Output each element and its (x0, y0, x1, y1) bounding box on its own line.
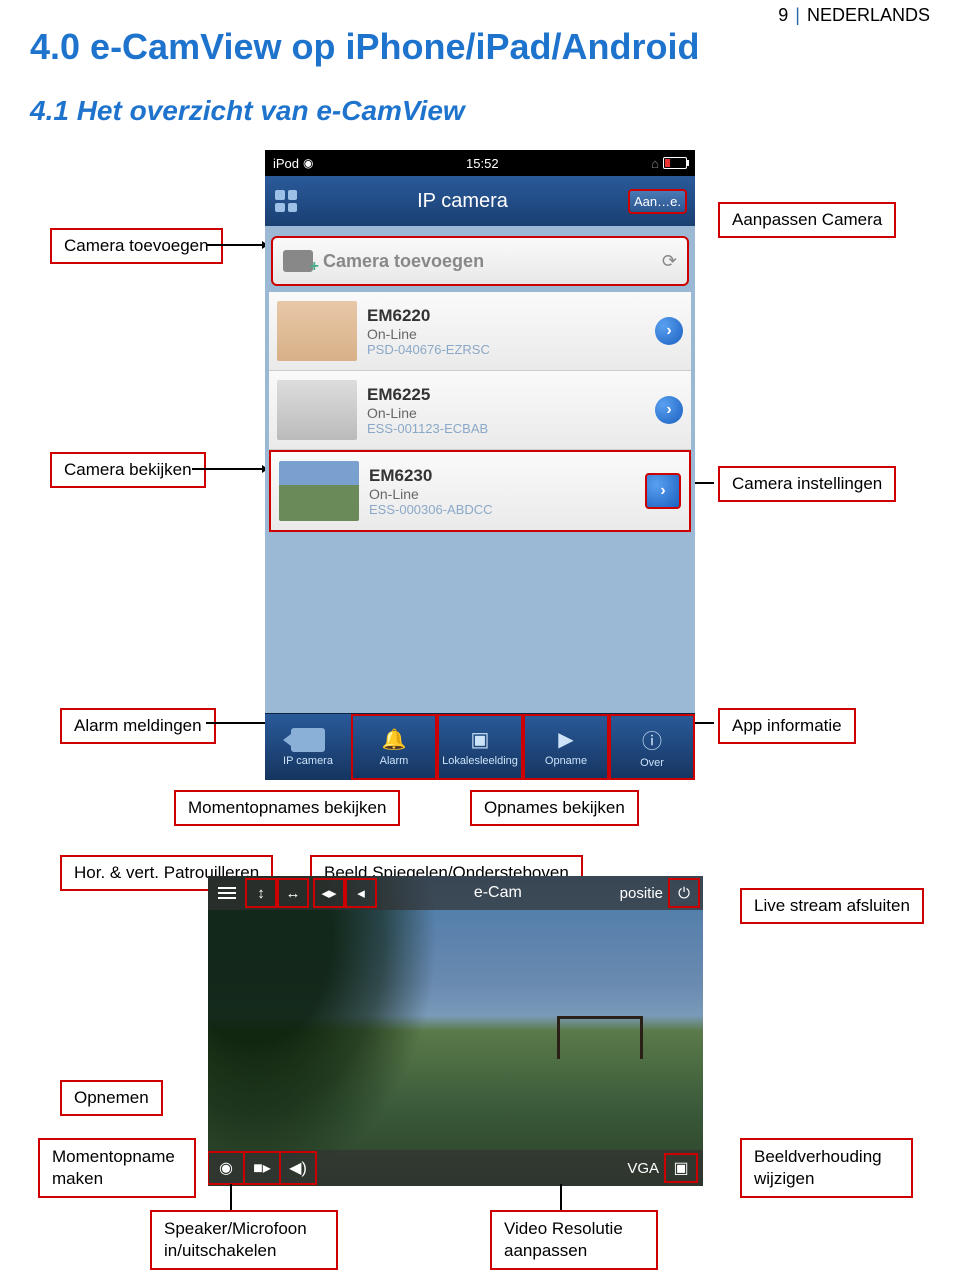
camera-code: ESS-000306-ABDCC (369, 502, 645, 517)
info-icon: ⓘ (642, 725, 662, 754)
close-live-button[interactable]: ⏻ (669, 879, 699, 907)
callout-alarm-meldingen: Alarm meldingen (60, 708, 216, 744)
tab-alarm[interactable]: 🔔 Alarm (351, 714, 437, 780)
camera-list: EM6220 On-Line PSD-040676-EZRSC › EM6225… (269, 292, 691, 532)
live-bottom-bar: ◉ ■▸ ◀) VGA ▣ (208, 1150, 703, 1186)
detail-arrow-icon[interactable]: › (655, 317, 683, 345)
bluetooth-icon: ⌂ (651, 156, 659, 171)
tab-snapshot[interactable]: ▣ Lokalesleelding (437, 714, 523, 780)
record-button[interactable]: ■▸ (244, 1152, 280, 1184)
snapshot-button[interactable]: ◉ (208, 1152, 244, 1184)
page-language: NEDERLANDS (807, 5, 930, 25)
position-label: positie (620, 885, 663, 902)
callout-beeldverhouding: Beeldverhouding wijzigen (740, 1138, 913, 1198)
callout-aanpassen-camera: Aanpassen Camera (718, 202, 896, 238)
tab-about[interactable]: ⓘ Over (609, 714, 695, 780)
callout-momentopnames: Momentopnames bekijken (174, 790, 400, 826)
tab-bar: IP camera 🔔 Alarm ▣ Lokalesleelding ▶ Op… (265, 713, 695, 780)
camera-row-highlighted[interactable]: EM6230 On-Line ESS-000306-ABDCC › (269, 450, 691, 532)
leader-line (192, 468, 262, 470)
callout-camera-instellingen: Camera instellingen (718, 466, 896, 502)
menu-icon[interactable] (218, 887, 236, 899)
detail-arrow-icon[interactable]: › (645, 473, 681, 509)
live-top-bar: ↕ ↔ ◂▸ ◂ e-Cam positie ⏻ (208, 876, 703, 910)
add-camera-row[interactable]: Camera toevoegen ⟳ (271, 236, 689, 286)
tab-label: IP camera (283, 755, 333, 767)
bell-icon: 🔔 (382, 727, 407, 752)
tab-label: Alarm (380, 755, 409, 767)
leader-line (206, 244, 262, 246)
speaker-button[interactable]: ◀) (280, 1152, 316, 1184)
camera-code: ESS-001123-ECBAB (367, 421, 655, 436)
grid-icon[interactable] (275, 190, 297, 212)
callout-resolutie: Video Resolutie aanpassen (490, 1210, 658, 1270)
callout-opnemen: Opnemen (60, 1080, 163, 1116)
camera-status: On-Line (367, 405, 655, 421)
nav-bar: IP camera Aan…e. (265, 176, 695, 226)
detail-arrow-icon[interactable]: › (655, 396, 683, 424)
camera-thumbnail (277, 301, 357, 361)
nav-title: IP camera (297, 190, 628, 213)
camera-code: PSD-040676-EZRSC (367, 342, 655, 357)
live-view-screenshot: ↕ ↔ ◂▸ ◂ e-Cam positie ⏻ ◉ ■▸ ◀) VGA ▣ (208, 876, 703, 1186)
tab-label: Over (640, 757, 664, 769)
mirror-h-icon[interactable]: ◂▸ (314, 879, 344, 907)
wifi-icon: ◉ (303, 156, 313, 170)
time-label: 15:52 (466, 156, 499, 171)
patrol-v-icon[interactable]: ↕ (246, 879, 276, 907)
battery-icon (663, 157, 687, 169)
patrol-icons: ↕ ↔ (246, 879, 308, 907)
scenery-bench (557, 1016, 643, 1059)
image-icon: ▣ (471, 727, 490, 752)
camera-name: EM6230 (369, 466, 645, 486)
callout-camera-toevoegen: Camera toevoegen (50, 228, 223, 264)
live-title: e-Cam (376, 884, 620, 902)
callout-app-informatie: App informatie (718, 708, 856, 744)
tab-recording[interactable]: ▶ Opname (523, 714, 609, 780)
heading-1: 4.0 e-CamView op iPhone/iPad/Android (30, 26, 699, 68)
add-camera-label: Camera toevoegen (323, 251, 484, 272)
separator: | (793, 5, 802, 25)
camera-status: On-Line (369, 486, 645, 502)
resolution-label[interactable]: VGA (627, 1160, 659, 1177)
play-icon: ▶ (558, 727, 573, 752)
device-label: iPod (273, 156, 299, 171)
page-number: 9 (778, 5, 788, 25)
status-bar: iPod ◉ 15:52 ⌂ (265, 150, 695, 176)
camera-thumbnail (277, 380, 357, 440)
tab-label: Opname (545, 755, 587, 767)
tab-label: Lokalesleelding (442, 755, 518, 767)
callout-camera-bekijken: Camera bekijken (50, 452, 206, 488)
scenery-tree (208, 876, 438, 1186)
refresh-icon[interactable]: ⟳ (662, 251, 677, 272)
mirror-icons: ◂▸ ◂ (314, 879, 376, 907)
edit-button[interactable]: Aan…e. (628, 189, 687, 214)
patrol-h-icon[interactable]: ↔ (278, 879, 308, 907)
add-camera-icon (283, 250, 313, 272)
aspect-button[interactable]: ▣ (665, 1154, 697, 1182)
camera-thumbnail (279, 461, 359, 521)
camera-name: EM6220 (367, 306, 655, 326)
flip-v-icon[interactable]: ◂ (346, 879, 376, 907)
callout-live-afsluiten: Live stream afsluiten (740, 888, 924, 924)
leader-line (230, 1184, 232, 1210)
tab-ipcamera[interactable]: IP camera (265, 714, 351, 780)
camera-icon (291, 728, 325, 752)
camera-row[interactable]: EM6225 On-Line ESS-001123-ECBAB › (269, 371, 691, 450)
callout-momentopname-maken: Momentopname maken (38, 1138, 196, 1198)
callout-speaker: Speaker/Microfoon in/uitschakelen (150, 1210, 338, 1270)
heading-2: 4.1 Het overzicht van e-CamView (30, 95, 465, 127)
page-header: 9 | NEDERLANDS (778, 5, 930, 26)
callout-opnames: Opnames bekijken (470, 790, 639, 826)
camera-status: On-Line (367, 326, 655, 342)
camera-row[interactable]: EM6220 On-Line PSD-040676-EZRSC › (269, 292, 691, 371)
leader-line (560, 1184, 562, 1210)
phone-screenshot: iPod ◉ 15:52 ⌂ IP camera Aan…e. Camera t… (265, 150, 695, 780)
camera-name: EM6225 (367, 385, 655, 405)
